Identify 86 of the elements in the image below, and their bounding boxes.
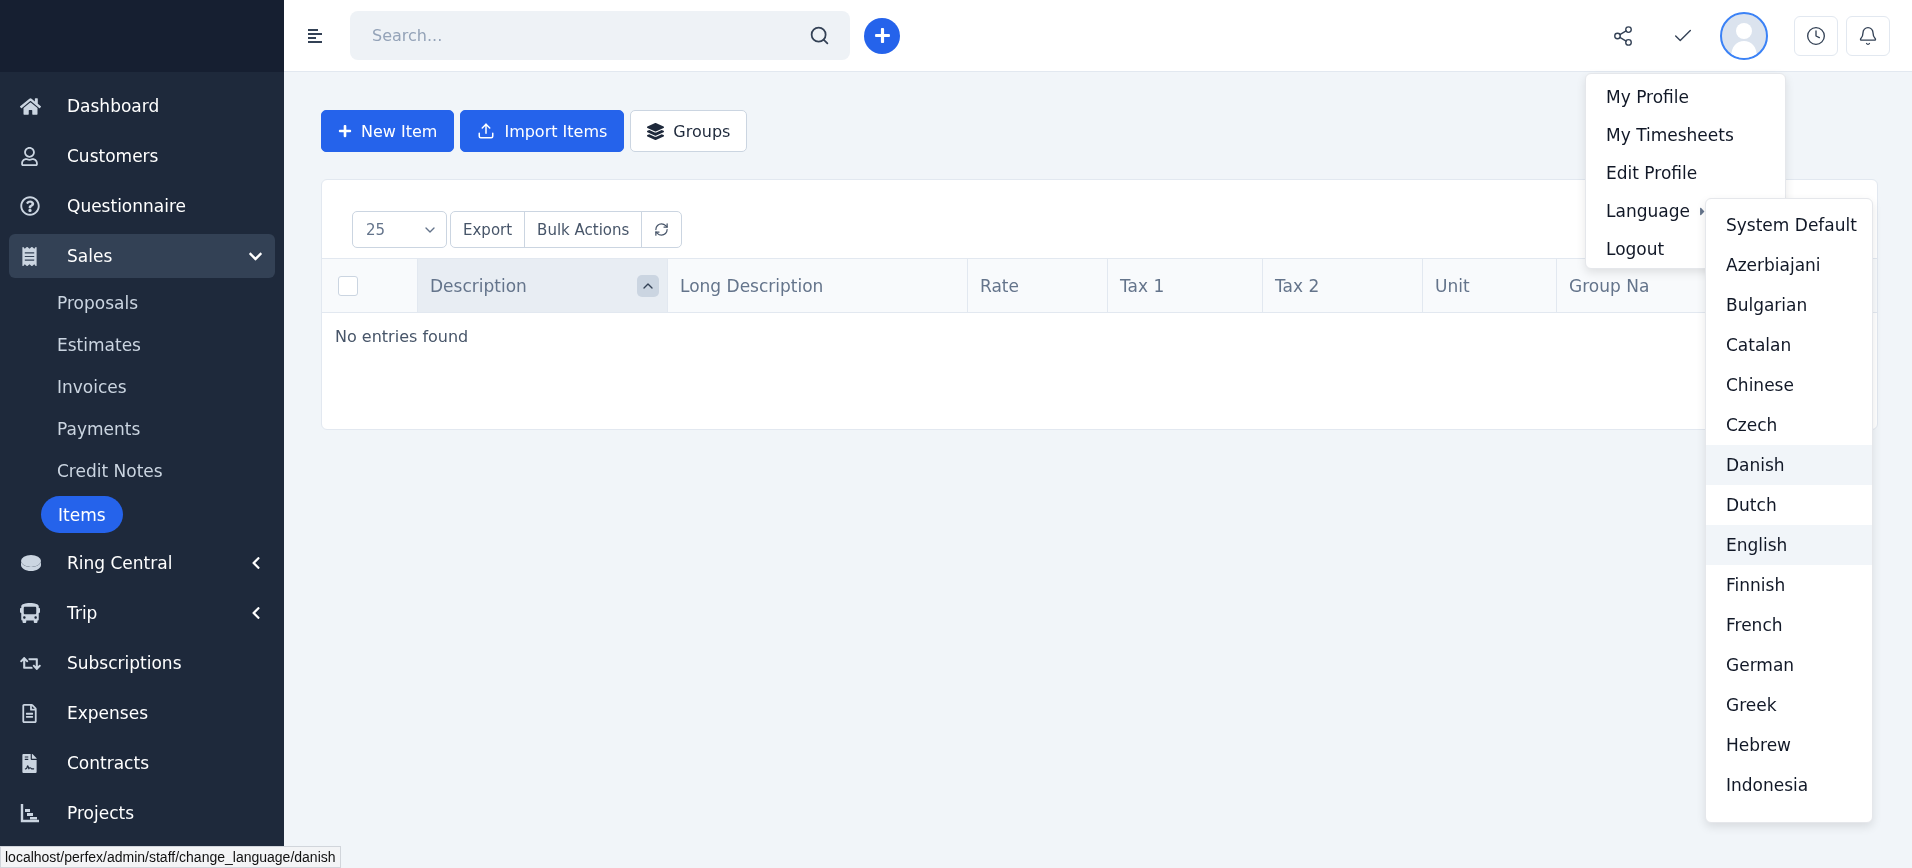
sidebar-label: Subscriptions <box>67 653 183 673</box>
sidebar-item[interactable]: Subscriptions <box>9 641 275 685</box>
avatar[interactable] <box>1720 11 1768 60</box>
search-icon[interactable] <box>809 25 830 46</box>
language-option[interactable]: Finnish <box>1706 565 1872 605</box>
profile-menu-item[interactable]: Edit Profile <box>1586 154 1785 192</box>
contract-icon <box>20 753 39 773</box>
sidebar-item[interactable]: Ring Central <box>9 541 275 585</box>
plus-icon <box>338 124 352 138</box>
bus-icon <box>20 603 40 623</box>
refresh-button[interactable] <box>641 211 683 248</box>
chart-icon <box>20 803 40 823</box>
sidebar-item[interactable]: Trip <box>9 591 275 635</box>
sidebar-label: Ring Central <box>67 553 174 573</box>
page-size-select[interactable]: 25 <box>352 211 447 248</box>
empty-message: No entries found <box>335 327 469 346</box>
language-option[interactable]: Danish <box>1706 445 1872 485</box>
language-option[interactable]: English <box>1706 525 1872 565</box>
column-header[interactable]: Tax 2 <box>1262 259 1422 312</box>
column-header[interactable]: Unit <box>1422 259 1556 312</box>
sidebar-item[interactable]: Customers <box>9 134 275 178</box>
column-header[interactable]: Long Description <box>667 259 967 312</box>
profile-menu-item[interactable]: My Profile <box>1586 78 1785 116</box>
menu-label: Edit Profile <box>1606 163 1698 183</box>
action-button[interactable]: Groups <box>630 110 748 152</box>
sidebar-subitem[interactable]: Items <box>41 496 123 533</box>
user-icon <box>20 146 39 166</box>
action-button[interactable]: New Item <box>321 110 455 152</box>
language-option[interactable]: Hebrew <box>1706 725 1872 765</box>
sort-up-icon[interactable] <box>637 274 659 297</box>
column-header[interactable]: Rate <box>967 259 1107 312</box>
plus-icon <box>873 27 891 44</box>
column-header[interactable]: Tax 1 <box>1107 259 1262 312</box>
sidebar-item[interactable]: Expenses <box>9 691 275 735</box>
menu-label: My Profile <box>1606 87 1689 107</box>
sidebar-label: Sales <box>67 246 114 266</box>
sidebar-label: Projects <box>67 803 136 823</box>
language-option[interactable]: Greek <box>1706 685 1872 725</box>
language-option[interactable]: Indonesia <box>1706 765 1872 805</box>
sidebar-item[interactable]: Questionnaire <box>9 184 275 228</box>
toolbar-button[interactable]: Export <box>450 211 526 248</box>
clock-button[interactable] <box>1794 15 1838 56</box>
language-option[interactable]: German <box>1706 645 1872 685</box>
sidebar-subitem[interactable]: Payments <box>57 408 141 450</box>
toolbar-button[interactable]: Bulk Actions <box>524 211 643 248</box>
language-option[interactable]: Czech <box>1706 405 1872 445</box>
sidebar-label: Dashboard <box>67 96 161 116</box>
menu-label: My Timesheets <box>1606 125 1734 145</box>
menu-label: Language <box>1606 201 1690 221</box>
status-url: localhost/perfex/admin/staff/change_language/danish <box>0 846 341 868</box>
sidebar-label: Customers <box>67 146 160 166</box>
language-option[interactable]: Catalan <box>1706 325 1872 365</box>
add-button[interactable] <box>864 17 900 54</box>
sidebar-item[interactable]: Sales <box>9 234 275 278</box>
disc-icon <box>20 554 42 572</box>
sidebar-label: Contracts <box>67 753 150 773</box>
column-header[interactable]: Description <box>417 259 667 312</box>
language-option[interactable]: System Default <box>1706 205 1872 245</box>
sidebar-subitem[interactable]: Proposals <box>57 282 138 324</box>
select-all-checkbox[interactable] <box>338 275 358 296</box>
sidebar-subitem[interactable]: Credit Notes <box>57 450 163 492</box>
home-icon <box>20 95 41 117</box>
search-box[interactable]: Search... <box>350 11 850 60</box>
sidebar-label: Questionnaire <box>67 196 188 216</box>
sidebar-item[interactable]: Projects <box>9 791 275 835</box>
language-option[interactable]: Chinese <box>1706 365 1872 405</box>
notifications-button[interactable] <box>1846 15 1890 56</box>
receipt-icon <box>20 246 39 266</box>
sidebar-subitem[interactable]: Invoices <box>57 366 127 408</box>
action-button[interactable]: Import Items <box>460 110 625 152</box>
layers-icon <box>647 122 665 140</box>
question-icon <box>20 196 40 216</box>
language-option[interactable]: Dutch <box>1706 485 1872 525</box>
search-field[interactable]: Search... <box>370 25 809 46</box>
sidebar-item[interactable]: Dashboard <box>9 84 275 128</box>
profile-menu-item[interactable]: My Timesheets <box>1586 116 1785 154</box>
clock-icon <box>1806 25 1826 46</box>
document-icon <box>20 703 39 723</box>
sidebar-label: Trip <box>67 603 99 623</box>
refresh-icon <box>654 222 670 237</box>
sidebar-item[interactable]: Contracts <box>9 741 275 785</box>
language-option[interactable]: French <box>1706 605 1872 645</box>
sidebar-label: Expenses <box>67 703 149 723</box>
upload-icon <box>477 122 496 140</box>
bell-icon <box>1858 25 1878 46</box>
sidebar-subitem[interactable]: Estimates <box>57 324 141 366</box>
